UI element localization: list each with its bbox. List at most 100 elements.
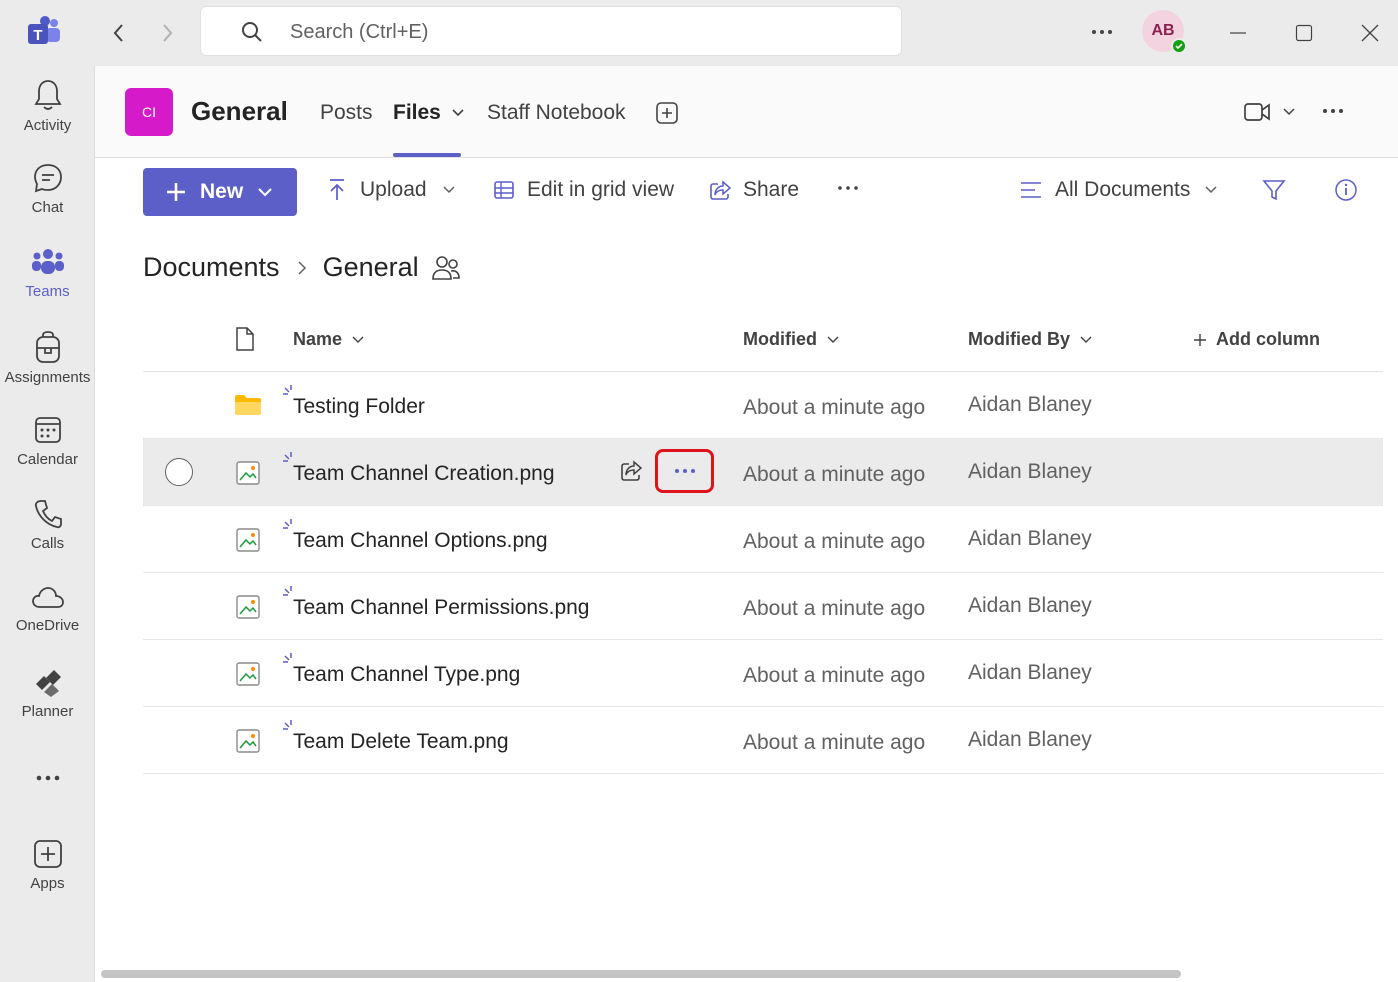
file-name[interactable]: Team Channel Creation.png: [293, 462, 555, 486]
rail-item-teams[interactable]: Teams: [0, 234, 95, 318]
new-button[interactable]: New: [143, 168, 297, 216]
view-switcher[interactable]: All Documents: [1019, 178, 1218, 202]
breadcrumb: Documents General: [143, 252, 461, 283]
video-camera-icon: [1244, 103, 1270, 121]
rail-item-planner[interactable]: Planner: [0, 654, 95, 738]
rail-item-apps[interactable]: Apps: [0, 826, 95, 910]
row-more-actions-button[interactable]: [655, 449, 714, 493]
column-header-modified-by[interactable]: Modified By: [968, 329, 1092, 350]
file-type-header[interactable]: [234, 326, 256, 357]
rail-item-chat[interactable]: Chat: [0, 150, 95, 234]
settings-more-button[interactable]: [1088, 18, 1116, 51]
image-file-icon: [236, 729, 260, 753]
rail-label: Teams: [25, 283, 70, 300]
teams-logo-icon[interactable]: T: [26, 16, 62, 48]
file-name[interactable]: Team Channel Permissions.png: [293, 596, 589, 620]
folder-icon: [235, 395, 261, 415]
table-row[interactable]: Testing Folder About a minute ago Aidan …: [143, 372, 1383, 439]
image-file-icon: [236, 528, 260, 552]
new-button-label: New: [200, 180, 244, 203]
modified-cell: About a minute ago: [743, 664, 926, 687]
add-app-icon: [33, 840, 62, 868]
add-tab-button[interactable]: [655, 101, 679, 130]
svg-text:T: T: [33, 27, 42, 44]
file-name[interactable]: Team Channel Options.png: [293, 529, 548, 553]
chevron-down-icon: [443, 186, 455, 194]
back-button[interactable]: [104, 18, 134, 48]
table-row[interactable]: Team Channel Creation.png About a minute…: [143, 439, 1383, 506]
tab-staff-notebook[interactable]: Staff Notebook: [487, 101, 626, 125]
table-row[interactable]: Team Channel Permissions.png About a min…: [143, 573, 1383, 640]
close-icon: [1361, 24, 1379, 42]
chevron-right-icon: [298, 260, 306, 275]
rail-item-calls[interactable]: Calls: [0, 486, 95, 570]
tab-files[interactable]: Files: [393, 101, 465, 125]
rail-item-activity[interactable]: Activity: [0, 66, 95, 150]
column-modified-label: Modified: [743, 329, 817, 349]
rail-label: Apps: [30, 875, 65, 892]
chat-icon: [33, 164, 62, 193]
file-name[interactable]: Team Delete Team.png: [293, 730, 509, 754]
table-row[interactable]: Team Delete Team.png About a minute ago …: [143, 707, 1383, 774]
list-view-icon: [1021, 182, 1041, 198]
info-button[interactable]: [1334, 178, 1358, 202]
chevron-down-icon: [1205, 186, 1217, 194]
presence-available-icon: [1171, 38, 1187, 54]
breadcrumb-root[interactable]: Documents: [143, 252, 280, 283]
rail-label: Assignments: [4, 369, 91, 386]
image-file-icon: [236, 662, 260, 686]
chevron-right-icon: [163, 24, 173, 42]
horizontal-scrollbar[interactable]: [101, 970, 1181, 978]
forward-button[interactable]: [152, 18, 182, 48]
search-input[interactable]: Search (Ctrl+E): [200, 6, 902, 56]
table-row[interactable]: Team Channel Type.png About a minute ago…: [143, 640, 1383, 707]
modified-cell: About a minute ago: [743, 530, 926, 553]
add-column-button[interactable]: Add column: [1193, 329, 1320, 350]
upload-button[interactable]: Upload: [327, 178, 456, 202]
modified-by-cell: Aidan Blaney: [968, 460, 1092, 483]
upload-icon: [330, 179, 344, 200]
files-toolbar: New Upload Edit in grid view Share All D…: [95, 158, 1398, 228]
edit-grid-view-button[interactable]: Edit in grid view: [493, 178, 674, 202]
phone-icon: [34, 500, 62, 529]
minimize-button[interactable]: [1223, 18, 1253, 48]
bell-icon: [33, 80, 62, 110]
share-button[interactable]: Share: [709, 178, 799, 202]
toolbar-more-button[interactable]: [836, 182, 860, 194]
meet-button[interactable]: [1243, 100, 1295, 124]
modified-by-cell: Aidan Blaney: [968, 728, 1092, 751]
file-name[interactable]: Testing Folder: [293, 395, 425, 419]
share-icon: [710, 180, 732, 200]
avatar[interactable]: AB: [1142, 10, 1187, 54]
share-icon[interactable]: [620, 459, 644, 483]
modified-cell: About a minute ago: [743, 731, 926, 754]
rail-item-assignments[interactable]: Assignments: [0, 318, 95, 402]
channel-more-button[interactable]: [1321, 99, 1345, 128]
modified-cell: About a minute ago: [743, 396, 926, 419]
image-file-icon: [236, 461, 260, 485]
rail-more-button[interactable]: [0, 756, 95, 806]
rail-item-onedrive[interactable]: OneDrive: [0, 570, 95, 654]
rail-label: Planner: [21, 703, 74, 720]
column-header-name[interactable]: Name: [293, 329, 364, 350]
filter-button[interactable]: [1262, 178, 1286, 202]
calendar-icon: [34, 417, 61, 443]
close-button[interactable]: [1355, 18, 1385, 48]
file-name[interactable]: Team Channel Type.png: [293, 663, 520, 687]
active-tab-indicator: [393, 153, 461, 157]
column-header-modified[interactable]: Modified: [743, 329, 839, 350]
filter-icon: [1262, 180, 1286, 201]
cloud-icon: [31, 587, 64, 608]
rail-item-calendar[interactable]: Calendar: [0, 402, 95, 486]
maximize-button[interactable]: [1289, 18, 1319, 48]
tab-posts[interactable]: Posts: [320, 101, 373, 125]
table-row[interactable]: Team Channel Options.png About a minute …: [143, 506, 1383, 573]
chevron-down-icon: [1080, 336, 1092, 343]
file-icon: [236, 327, 254, 351]
row-select-checkbox[interactable]: [165, 458, 193, 486]
column-modified-by-label: Modified By: [968, 329, 1070, 349]
rail-label: Calendar: [17, 451, 78, 468]
column-name-label: Name: [293, 329, 343, 349]
more-horizontal-icon: [1092, 30, 1112, 34]
more-horizontal-icon: [36, 775, 59, 781]
